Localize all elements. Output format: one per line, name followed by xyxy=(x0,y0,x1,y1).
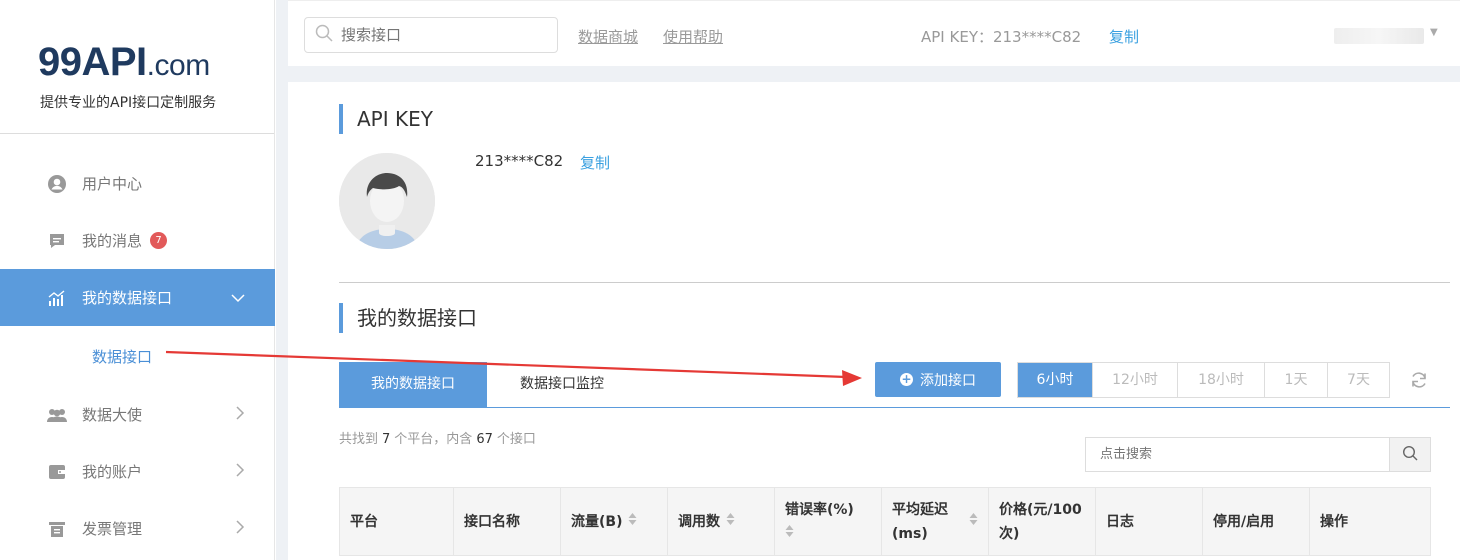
column-label: 流量(B) xyxy=(571,513,623,530)
logo[interactable]: 99API.com 提供专业的API接口定制服务 xyxy=(0,0,274,134)
time-range-7d[interactable]: 7天 xyxy=(1327,363,1389,397)
column-label: 操作 xyxy=(1320,513,1348,530)
column-header-price[interactable]: 价格(元/100次) xyxy=(989,488,1096,555)
result-summary: 共找到 7 个平台，内含 67 个接口 xyxy=(339,428,536,447)
api-key-value: 213****C82 xyxy=(475,152,564,170)
sidebar-item-label: 用户中心 xyxy=(82,175,143,193)
column-label: 平台 xyxy=(350,513,378,530)
column-label: 价格(元/100次) xyxy=(999,501,1082,542)
invoice-icon xyxy=(46,518,68,540)
tab-my-interfaces[interactable]: 我的数据接口 xyxy=(339,362,487,407)
sort-icon[interactable] xyxy=(785,522,794,546)
layout-gutter xyxy=(276,0,288,560)
sort-icon[interactable] xyxy=(726,510,735,534)
sidebar-item-label: 我的数据接口 xyxy=(82,289,173,307)
time-range-12h[interactable]: 12小时 xyxy=(1092,363,1177,397)
column-header-traffic[interactable]: 流量(B) xyxy=(561,488,668,555)
caret-down-icon[interactable]: ▼ xyxy=(1430,27,1438,38)
column-label: 停用/启用 xyxy=(1213,513,1275,530)
column-header-platform[interactable]: 平台 xyxy=(340,488,454,555)
search-icon xyxy=(315,24,333,46)
refresh-icon[interactable] xyxy=(1409,370,1429,390)
nav-link-help[interactable]: 使用帮助 xyxy=(663,26,723,47)
time-range-18h[interactable]: 18小时 xyxy=(1177,363,1264,397)
global-search-input[interactable] xyxy=(341,26,541,44)
group-icon xyxy=(46,404,68,426)
column-label: 错误率(%) xyxy=(785,501,854,518)
sidebar-nav: 用户中心 我的消息 7 我的数据接口 数据接口 数据大使 我的账户 发票管理 xyxy=(0,155,275,557)
interface-search-input[interactable] xyxy=(1086,438,1389,471)
message-count-badge: 7 xyxy=(150,232,168,249)
sidebar-subitem-data-interface[interactable]: 数据接口 xyxy=(0,326,275,386)
add-interface-button[interactable]: + 添加接口 xyxy=(875,362,1001,397)
sidebar-item-data-ambassador[interactable]: 数据大使 xyxy=(0,386,275,443)
chart-icon xyxy=(46,287,68,309)
sidebar: 99API.com 提供专业的API接口定制服务 用户中心 我的消息 7 我的数… xyxy=(0,0,275,560)
column-header-actions[interactable]: 操作 xyxy=(1310,488,1430,555)
top-bar: 数据商城 使用帮助 API KEY：213****C82 复制 ▼ xyxy=(288,0,1460,66)
logo-tagline: 提供专业的API接口定制服务 xyxy=(40,95,217,111)
time-range-6h[interactable]: 6小时 xyxy=(1018,363,1092,397)
nav-link-data-mall[interactable]: 数据商城 xyxy=(578,26,638,47)
column-label: 平均延迟(ms) xyxy=(892,501,948,542)
time-range-1d[interactable]: 1天 xyxy=(1264,363,1327,397)
sidebar-item-my-account[interactable]: 我的账户 xyxy=(0,443,275,500)
header-copy-key-link[interactable]: 复制 xyxy=(1109,26,1139,47)
column-label: 调用数 xyxy=(678,513,720,530)
column-header-calls[interactable]: 调用数 xyxy=(668,488,775,555)
summary-prefix: 共找到 xyxy=(339,432,379,447)
global-search[interactable] xyxy=(304,17,558,53)
summary-suffix: 个接口 xyxy=(496,432,536,447)
sidebar-item-label: 我的消息 xyxy=(82,232,143,250)
sidebar-item-label: 数据大使 xyxy=(82,406,143,424)
avatar xyxy=(339,153,435,249)
sidebar-item-label: 我的账户 xyxy=(82,463,143,481)
column-header-interface-name[interactable]: 接口名称 xyxy=(454,488,561,555)
user-icon xyxy=(46,173,68,195)
column-header-avg-latency[interactable]: 平均延迟(ms) xyxy=(882,488,989,555)
plus-circle-icon: + xyxy=(900,372,913,386)
interface-search xyxy=(1085,437,1431,472)
search-icon xyxy=(1402,445,1418,465)
logo-name: 99API xyxy=(38,40,147,84)
sidebar-item-my-data-interfaces[interactable]: 我的数据接口 xyxy=(0,269,275,326)
wallet-icon xyxy=(46,461,68,483)
add-interface-label: 添加接口 xyxy=(920,372,976,389)
main-content: API KEY 213****C82 复制 我的数据接口 我的数据接口 数据接口… xyxy=(288,82,1460,560)
interface-search-button[interactable] xyxy=(1389,438,1430,471)
chevron-right-icon xyxy=(235,405,245,424)
column-header-error-rate[interactable]: 错误率(%) xyxy=(775,488,882,555)
logo-suffix: .com xyxy=(146,49,211,82)
header-api-key: API KEY：213****C82 xyxy=(921,28,1082,46)
chevron-right-icon xyxy=(235,519,245,538)
user-name-redacted[interactable] xyxy=(1334,28,1424,44)
column-label: 接口名称 xyxy=(464,513,520,530)
column-label: 日志 xyxy=(1106,513,1134,530)
section-divider xyxy=(339,282,1450,283)
section-title-my-interfaces: 我的数据接口 xyxy=(339,303,477,333)
layout-gutter xyxy=(288,66,1460,82)
tab-interface-monitor[interactable]: 数据接口监控 xyxy=(487,362,637,407)
chevron-right-icon xyxy=(235,462,245,481)
sidebar-item-messages[interactable]: 我的消息 7 xyxy=(0,212,275,269)
sort-icon[interactable] xyxy=(628,510,637,534)
message-icon xyxy=(46,230,68,252)
section-title-api-key: API KEY xyxy=(339,104,433,134)
interface-table-header: 平台 接口名称 流量(B) 调用数 错误率(%) 平均延迟(ms) 价格(元/1… xyxy=(339,487,1431,556)
interface-count: 67 xyxy=(476,432,493,447)
column-header-log[interactable]: 日志 xyxy=(1096,488,1203,555)
sidebar-item-user-center[interactable]: 用户中心 xyxy=(0,155,275,212)
sidebar-item-label: 发票管理 xyxy=(82,520,143,538)
sort-icon[interactable] xyxy=(969,510,978,534)
copy-key-link[interactable]: 复制 xyxy=(580,152,610,173)
column-header-toggle[interactable]: 停用/启用 xyxy=(1203,488,1310,555)
sidebar-item-invoice-management[interactable]: 发票管理 xyxy=(0,500,275,557)
summary-mid: 个平台，内含 xyxy=(394,432,473,447)
time-range-selector: 6小时 12小时 18小时 1天 7天 xyxy=(1017,362,1390,398)
chevron-down-icon xyxy=(231,289,245,307)
platform-count: 7 xyxy=(382,432,391,447)
